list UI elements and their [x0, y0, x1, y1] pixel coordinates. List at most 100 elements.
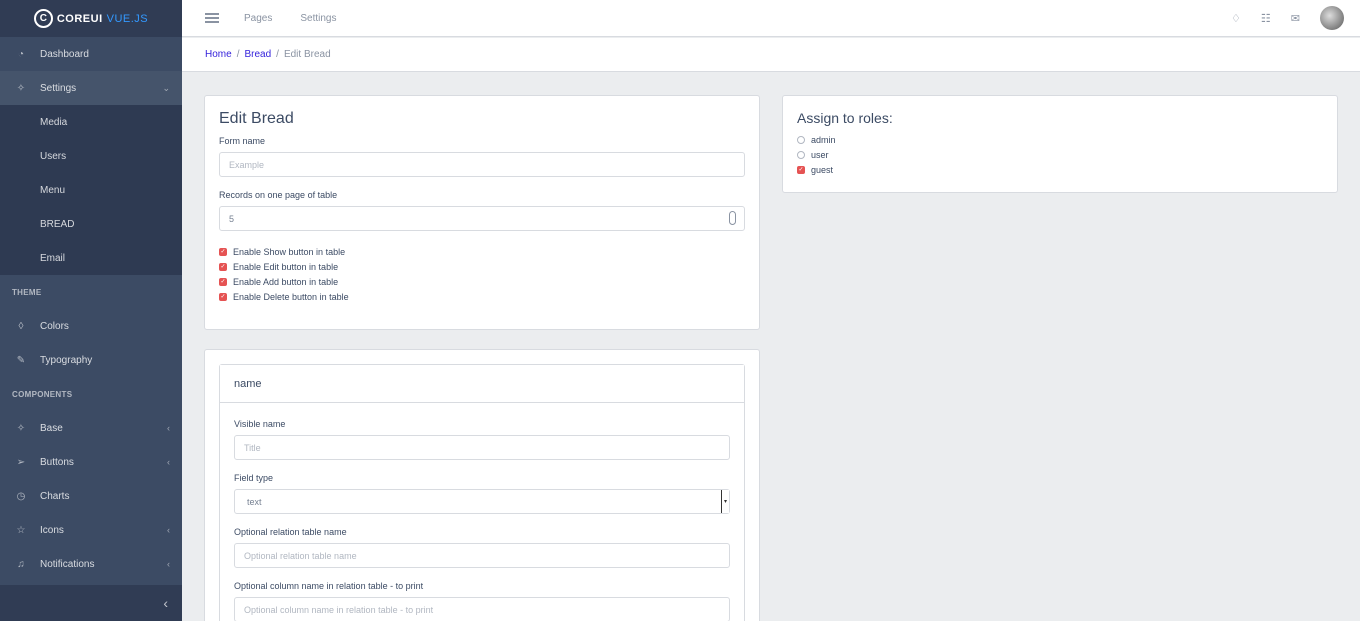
role-user[interactable]: user — [797, 147, 1323, 162]
chevron-left-icon: ‹ — [167, 525, 170, 535]
sidebar-item-label: Dashboard — [40, 48, 89, 60]
breadcrumb-separator: / — [236, 49, 240, 60]
relation-column-input[interactable] — [234, 597, 730, 621]
sidebar-nav: ◔ Dashboard ✧ Settings ⌄ Media Users Men… — [0, 37, 182, 581]
form-name-input[interactable] — [219, 152, 745, 177]
checkbox-checked-icon[interactable]: ✓ — [219, 247, 227, 256]
role-label: guest — [811, 164, 834, 175]
checkbox-enable-add[interactable]: ✓ Enable Add button in table — [219, 274, 745, 289]
sidebar-item-users[interactable]: Users — [0, 139, 182, 173]
sidebar-item-label: Colors — [40, 320, 69, 332]
envelope-icon[interactable]: ✉ — [1291, 12, 1300, 25]
avatar[interactable] — [1320, 6, 1344, 30]
role-admin[interactable]: admin — [797, 132, 1323, 147]
sidebar-minimizer[interactable]: ‹ — [0, 585, 182, 621]
checkbox-checked-icon[interactable]: ✓ — [797, 165, 805, 174]
checkbox-checked-icon[interactable]: ✓ — [219, 277, 227, 286]
breadcrumb: Home / Bread / Edit Bread — [182, 38, 1360, 72]
roles-card: Assign to roles: admin user ✓ guest — [782, 95, 1338, 193]
field-inner-card: name Visible name Field type text ▾ Opti… — [219, 364, 745, 621]
sidebar-item-media[interactable]: Media — [0, 105, 182, 139]
sidebar-section-components: COMPONENTS — [12, 389, 73, 399]
sidebar-item-label: Users — [40, 150, 67, 162]
page-title: Edit Bread — [219, 110, 294, 127]
sidebar-item-icons[interactable]: ☆ Icons ‹ — [0, 513, 182, 547]
sidebar-item-label: Menu — [40, 184, 66, 196]
cursor-icon: ➢ — [16, 456, 26, 468]
sidebar-item-colors[interactable]: ◊ Colors — [0, 309, 182, 343]
chevron-down-icon: ⌄ — [162, 82, 170, 93]
sidebar-section-theme: THEME — [12, 287, 42, 297]
sidebar-item-typography[interactable]: ✎ Typography — [0, 343, 182, 377]
chevron-left-icon: ‹ — [167, 457, 170, 467]
checkbox-unchecked-icon[interactable] — [797, 135, 805, 144]
puzzle-icon: ✧ — [16, 422, 26, 434]
sidebar-item-base[interactable]: ✧ Base ‹ — [0, 411, 182, 445]
bell-icon: ♫ — [17, 558, 25, 570]
drop-icon: ◊ — [18, 320, 24, 332]
hamburger-menu-icon[interactable] — [205, 13, 219, 23]
checkbox-enable-edit[interactable]: ✓ Enable Edit button in table — [219, 259, 745, 274]
breadcrumb-bread[interactable]: Bread — [244, 49, 271, 60]
sidebar-item-settings[interactable]: ✧ Settings ⌄ — [0, 71, 182, 105]
relation-column-label: Optional column name in relation table -… — [234, 581, 424, 591]
sidebar-item-label: Typography — [40, 354, 93, 366]
breadcrumb-separator: / — [276, 49, 279, 60]
chevron-down-icon[interactable]: ▾ — [721, 490, 729, 513]
speedometer-icon: ◔ — [17, 48, 25, 60]
relation-table-label: Optional relation table name — [234, 527, 347, 537]
checkbox-enable-delete[interactable]: ✓ Enable Delete button in table — [219, 289, 745, 304]
header-nav-settings[interactable]: Settings — [300, 13, 336, 24]
records-label: Records on one page of table — [219, 190, 338, 200]
breadcrumb-current: Edit Bread — [283, 49, 331, 60]
checkbox-label: Enable Add button in table — [233, 276, 339, 287]
sidebar-item-buttons[interactable]: ➢ Buttons ‹ — [0, 445, 182, 479]
visible-name-label: Visible name — [234, 419, 286, 429]
checkbox-checked-icon[interactable]: ✓ — [219, 262, 227, 271]
sidebar-item-menu[interactable]: Menu — [0, 173, 182, 207]
sidebar-item-charts[interactable]: ◷ Charts — [0, 479, 182, 513]
checkbox-label: Enable Delete button in table — [233, 291, 349, 302]
star-icon: ☆ — [16, 524, 26, 536]
records-input[interactable] — [219, 206, 745, 231]
number-stepper-icon[interactable] — [729, 211, 736, 225]
list-icon[interactable]: ☷ — [1261, 12, 1271, 25]
bell-icon[interactable]: ♢ — [1231, 12, 1241, 25]
chevron-left-icon: ‹ — [167, 559, 170, 569]
breadcrumb-home[interactable]: Home — [205, 49, 232, 60]
brand-name-suffix: VUE.JS — [106, 12, 149, 25]
role-label: admin — [811, 134, 836, 145]
sidebar-item-notifications[interactable]: ♫ Notifications ‹ — [0, 547, 182, 581]
checkbox-unchecked-icon[interactable] — [797, 150, 805, 159]
sidebar-item-label: Email — [40, 252, 66, 264]
role-label: user — [811, 149, 829, 160]
pencil-icon: ✎ — [16, 354, 26, 366]
header-actions: ♢ ☷ ✉ — [1231, 6, 1360, 30]
visible-name-input[interactable] — [234, 435, 730, 460]
field-type-label: Field type — [234, 473, 274, 483]
field-type-value: text — [247, 496, 262, 507]
edit-bread-card: Edit Bread Form name Records on one page… — [204, 95, 760, 330]
role-guest[interactable]: ✓ guest — [797, 162, 1323, 177]
form-name-label: Form name — [219, 136, 266, 146]
sidebar-item-label: Charts — [40, 490, 70, 502]
sidebar-item-label: Notifications — [40, 558, 95, 570]
brand[interactable]: C COREUI VUE.JS — [0, 0, 182, 37]
puzzle-icon: ✧ — [16, 82, 26, 94]
sidebar-item-label: Base — [40, 422, 63, 434]
header-nav-pages[interactable]: Pages — [244, 13, 272, 24]
roles-title: Assign to roles: — [797, 110, 893, 126]
checkbox-checked-icon[interactable]: ✓ — [219, 292, 227, 301]
sidebar-item-bread[interactable]: BREAD — [0, 207, 182, 241]
field-header: name — [220, 365, 744, 403]
field-type-select[interactable]: text ▾ — [234, 489, 730, 514]
coreui-logo-icon: C — [33, 9, 53, 28]
sidebar-item-email[interactable]: Email — [0, 241, 182, 275]
relation-table-input[interactable] — [234, 543, 730, 568]
chevron-left-icon: ‹ — [167, 423, 170, 433]
chevron-left-icon: ‹ — [163, 595, 168, 611]
field-card: name Visible name Field type text ▾ Opti… — [204, 349, 760, 621]
sidebar-item-dashboard[interactable]: ◔ Dashboard — [0, 37, 182, 71]
checkbox-enable-show[interactable]: ✓ Enable Show button in table — [219, 244, 745, 259]
sidebar-item-label: Media — [40, 116, 68, 128]
